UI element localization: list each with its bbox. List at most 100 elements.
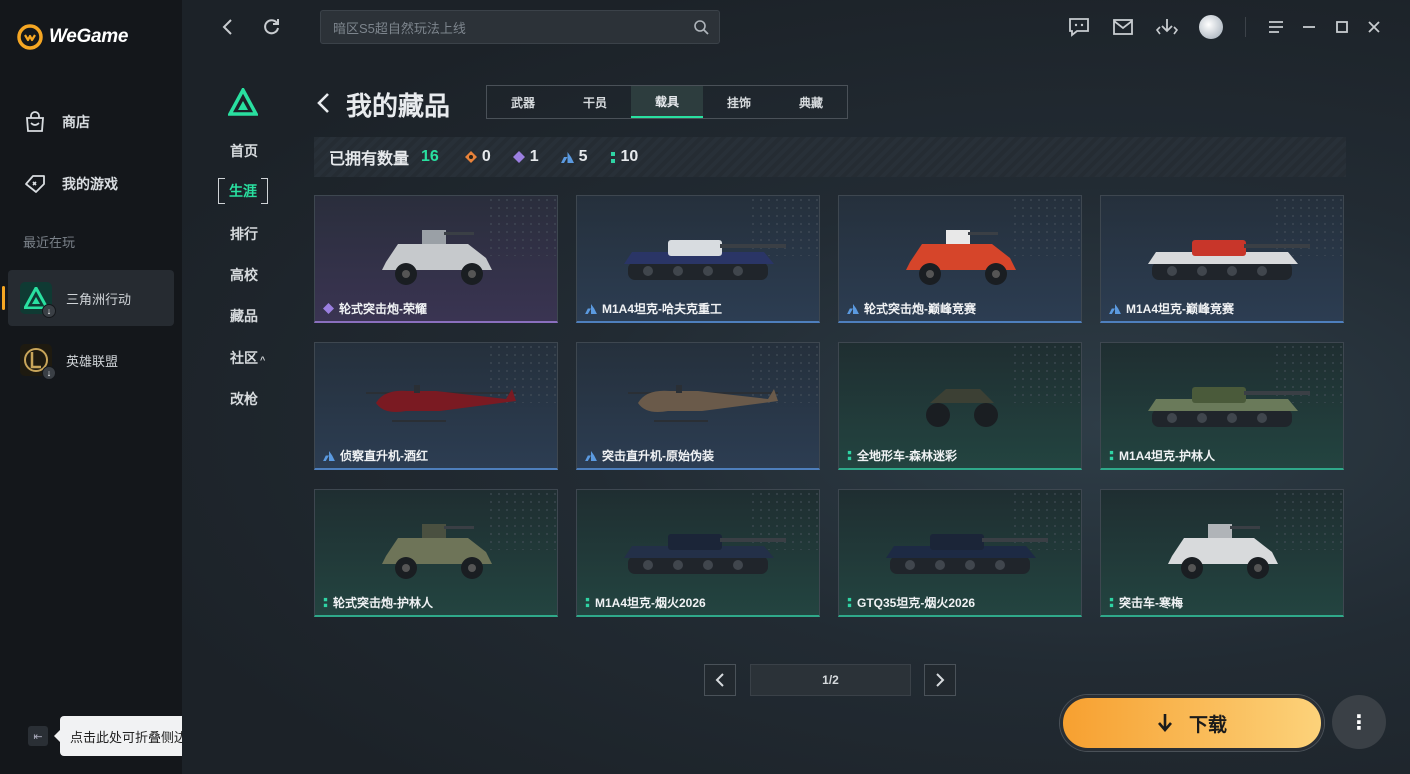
- page-back-icon[interactable]: [316, 92, 332, 119]
- sidebar-game-delta-force[interactable]: ↓ 三角洲行动: [2, 270, 174, 326]
- stat-value: 1: [529, 148, 539, 165]
- subnav-ranking[interactable]: 排行: [222, 224, 266, 244]
- rarity-blue-icon: [1109, 303, 1121, 314]
- collection-card[interactable]: 侦察直升机-酒红: [314, 342, 558, 470]
- vehicle-image: [886, 534, 1048, 574]
- top-bar: 暗区S5超自然玩法上线: [182, 0, 1410, 54]
- collection-card[interactable]: 轮式突击炮-巅峰竞赛: [838, 195, 1082, 323]
- card-name-row: 轮式突击炮-护林人: [323, 594, 433, 611]
- subnav-home[interactable]: 首页: [222, 141, 266, 161]
- card-name-row: GTQ35坦克-烟火2026: [847, 594, 975, 611]
- collection-card[interactable]: 突击车-寒梅: [1100, 489, 1344, 617]
- stat-value: 10: [620, 148, 639, 165]
- card-name-row: M1A4坦克-哈夫克重工: [585, 300, 722, 317]
- card-name: 全地形车-森林迷彩: [857, 449, 957, 463]
- subnav-career[interactable]: 生涯: [218, 178, 268, 204]
- game-label: 英雄联盟: [66, 353, 119, 369]
- vehicle-image: [1148, 240, 1310, 280]
- collapse-sidebar-icon[interactable]: ⇤: [28, 726, 48, 746]
- rarity-green-icon: [1109, 597, 1114, 608]
- search-placeholder: 暗区S5超自然玩法上线: [333, 20, 466, 36]
- delta-force-logo-icon: [228, 88, 258, 116]
- rarity-green-icon: [585, 597, 590, 608]
- download-button[interactable]: 下载: [1060, 695, 1324, 751]
- collection-card[interactable]: M1A4坦克-烟火2026: [576, 489, 820, 617]
- collection-card[interactable]: M1A4坦克-哈夫克重工: [576, 195, 820, 323]
- left-sidebar: WeGame 商店 我的游戏 最近在玩 ↓ 三角洲行动 ↓ 英雄联盟 ⇤ 点击此…: [0, 0, 220, 774]
- card-name: 轮式突击炮-巅峰竞赛: [864, 302, 976, 316]
- chevron-up-icon: ^: [260, 355, 266, 365]
- card-name: 突击车-寒梅: [1119, 596, 1183, 610]
- stat-purple: 1: [512, 148, 539, 166]
- sidebar-item-label: 商店: [62, 114, 90, 130]
- next-page-icon[interactable]: [924, 664, 956, 696]
- card-name: M1A4坦克-巅峰竞赛: [1126, 302, 1235, 316]
- menu-icon[interactable]: [1263, 14, 1289, 40]
- collection-card[interactable]: 轮式突击炮-护林人: [314, 489, 558, 617]
- minimize-icon[interactable]: [1296, 14, 1322, 40]
- more-options-icon[interactable]: ⋮: [1332, 695, 1386, 749]
- card-name-row: M1A4坦克-巅峰竞赛: [1109, 300, 1234, 317]
- collection-card[interactable]: M1A4坦克-护林人: [1100, 342, 1344, 470]
- sidebar-item-shop[interactable]: 商店: [8, 96, 174, 148]
- owned-total: 16: [421, 148, 439, 165]
- avatar[interactable]: [1199, 15, 1223, 39]
- collection-card[interactable]: 全地形车-森林迷彩: [838, 342, 1082, 470]
- vehicle-image: [1148, 387, 1310, 427]
- sidebar-game-league[interactable]: ↓ 英雄联盟: [8, 332, 174, 388]
- wegame-logo[interactable]: WeGame: [17, 24, 128, 50]
- page-title: 我的藏品: [346, 91, 451, 121]
- subnav-gunsmith[interactable]: 改枪: [222, 389, 266, 409]
- rarity-green-icon: [847, 597, 852, 608]
- vehicle-image: [624, 240, 786, 280]
- subnav-community[interactable]: 社区 ^: [222, 348, 266, 368]
- tab-weapons[interactable]: 武器: [487, 86, 559, 118]
- vehicle-image: [382, 524, 492, 579]
- rarity-purple-icon: [323, 303, 334, 314]
- wegame-logo-icon: [17, 24, 43, 50]
- subnav-collection[interactable]: 藏品: [222, 306, 266, 326]
- owned-stats-bar: 已拥有数量 16 0 1 5 10: [314, 137, 1346, 177]
- download-badge-icon: ↓: [42, 366, 56, 380]
- mail-icon[interactable]: [1110, 14, 1136, 40]
- back-icon[interactable]: [215, 14, 241, 40]
- rarity-blue-icon: [560, 151, 574, 163]
- tab-operators[interactable]: 干员: [559, 86, 631, 118]
- maximize-icon[interactable]: [1329, 14, 1355, 40]
- chat-icon[interactable]: [1066, 14, 1092, 40]
- search-input[interactable]: 暗区S5超自然玩法上线: [320, 10, 720, 44]
- stat-orange: 0: [464, 148, 491, 166]
- collection-card[interactable]: M1A4坦克-巅峰竞赛: [1100, 195, 1344, 323]
- rarity-blue-icon: [323, 450, 335, 461]
- refresh-icon[interactable]: [259, 14, 285, 40]
- stat-value: 0: [481, 148, 491, 165]
- card-name: 侦察直升机-酒红: [340, 449, 428, 463]
- tab-archive[interactable]: 典藏: [775, 86, 847, 118]
- prev-page-icon[interactable]: [704, 664, 736, 696]
- card-name-row: 突击直升机-原始伪装: [585, 447, 714, 464]
- tab-charms[interactable]: 挂饰: [703, 86, 775, 118]
- vehicle-image: [628, 385, 778, 422]
- rarity-green-icon: [323, 597, 328, 608]
- collection-card[interactable]: GTQ35坦克-烟火2026: [838, 489, 1082, 617]
- card-name-row: M1A4坦克-护林人: [1109, 447, 1215, 464]
- vehicle-image: [1168, 524, 1278, 579]
- shop-bag-icon: [26, 111, 44, 132]
- download-manager-icon[interactable]: [1154, 14, 1180, 40]
- stat-blue: 5: [560, 148, 588, 166]
- delta-force-icon: ↓: [20, 282, 56, 318]
- main-area: 暗区S5超自然玩法上线 首页 生涯 排行 高校 藏品 社区 ^ 改枪 我的藏品 …: [182, 0, 1410, 774]
- close-icon[interactable]: [1361, 14, 1387, 40]
- sidebar-item-my-games[interactable]: 我的游戏: [8, 158, 174, 210]
- gamepad-icon: [25, 175, 45, 193]
- card-name-row: M1A4坦克-烟火2026: [585, 594, 706, 611]
- tab-vehicles[interactable]: 载具: [631, 86, 703, 118]
- collection-card[interactable]: 突击直升机-原始伪装: [576, 342, 820, 470]
- topbar-divider: [1245, 17, 1246, 37]
- rarity-green-icon: [1109, 450, 1114, 461]
- league-icon: ↓: [20, 344, 56, 380]
- search-icon[interactable]: [694, 20, 709, 35]
- subnav-college[interactable]: 高校: [222, 265, 266, 285]
- vehicle-image: [926, 389, 998, 427]
- collection-card[interactable]: 轮式突击炮-荣耀: [314, 195, 558, 323]
